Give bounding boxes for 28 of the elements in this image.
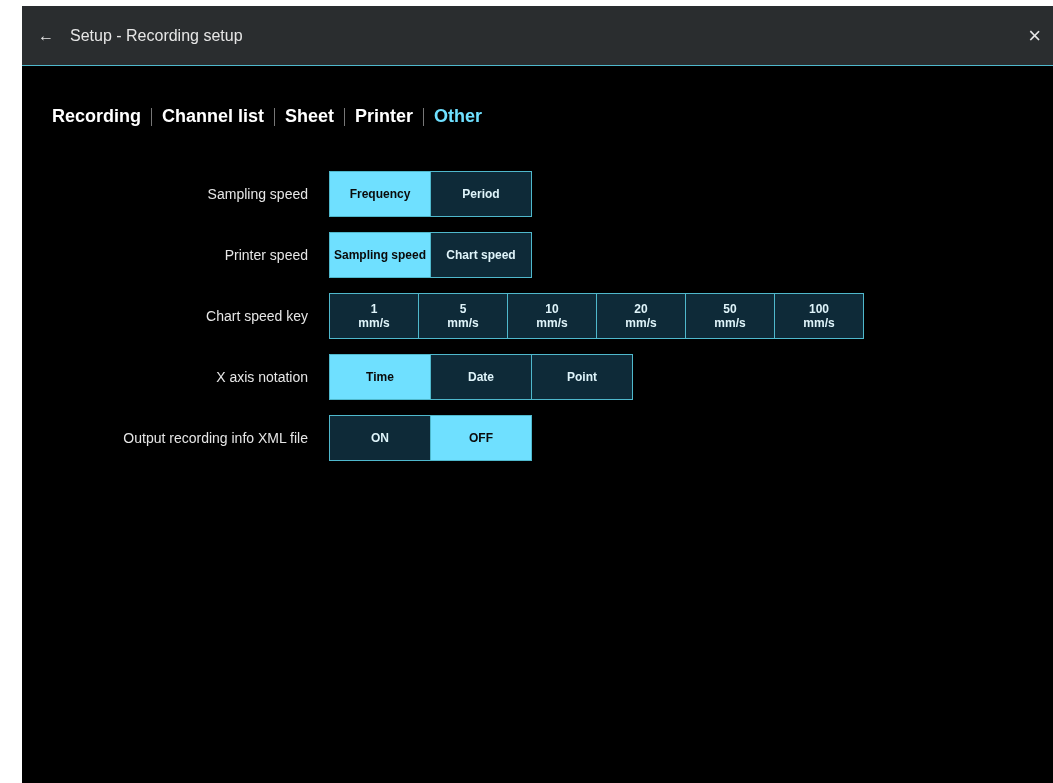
option-button[interactable]: 10 mm/s xyxy=(507,293,597,339)
setting-label: Chart speed key xyxy=(205,308,308,324)
tab[interactable]: Channel list xyxy=(162,106,265,127)
option-button[interactable]: OFF xyxy=(430,415,532,461)
option-button[interactable]: Sampling speed xyxy=(329,232,431,278)
back-button[interactable]: ← xyxy=(38,26,54,45)
option-button[interactable]: Frequency xyxy=(329,171,431,217)
option-button[interactable]: 1 mm/s xyxy=(329,293,419,339)
close-button[interactable]: × xyxy=(1026,22,1043,49)
option-button[interactable]: Point xyxy=(531,354,633,400)
tab[interactable]: Recording xyxy=(52,106,141,127)
option-button[interactable]: 50 mm/s xyxy=(685,293,775,339)
option-button[interactable]: Period xyxy=(430,171,532,217)
window-title: Setup - Recording setup xyxy=(70,26,244,45)
option-button[interactable]: ON xyxy=(329,415,431,461)
setting-label: Output recording info XML file xyxy=(122,430,308,446)
option-button[interactable]: 100 mm/s xyxy=(774,293,864,339)
setting-label: X axis notation xyxy=(215,369,308,385)
tab[interactable]: Other xyxy=(434,106,483,127)
tab[interactable]: Sheet xyxy=(285,106,335,127)
option-button[interactable]: 20 mm/s xyxy=(596,293,686,339)
setting-label: Printer speed xyxy=(223,247,308,263)
option-button[interactable]: Time xyxy=(329,354,431,400)
option-button[interactable]: Date xyxy=(430,354,532,400)
tab[interactable]: Printer xyxy=(355,106,414,127)
option-button[interactable]: Chart speed xyxy=(430,232,532,278)
option-button[interactable]: 5 mm/s xyxy=(418,293,508,339)
setting-label: Sampling speed xyxy=(206,186,308,202)
